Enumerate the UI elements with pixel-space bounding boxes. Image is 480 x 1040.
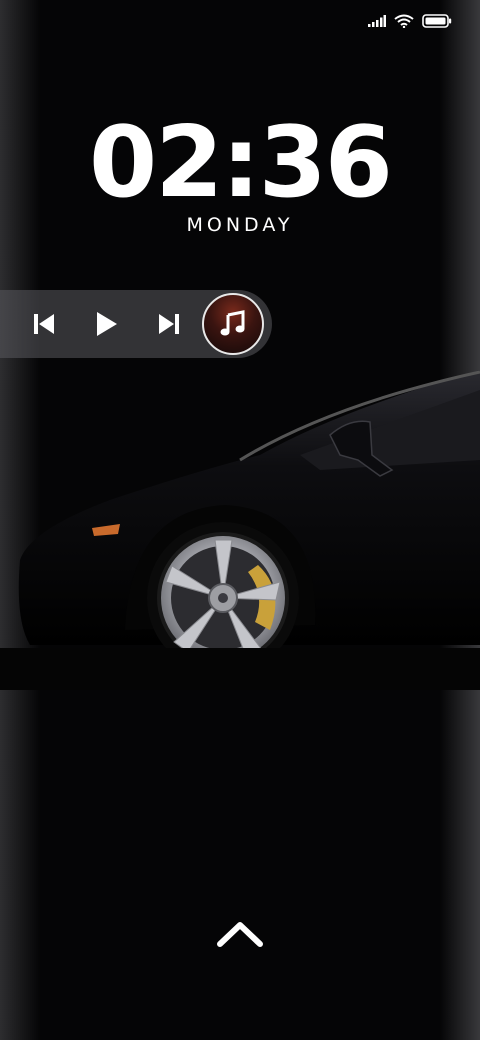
chevron-up-icon	[217, 922, 263, 947]
skip-next-icon	[159, 314, 179, 334]
lockscreen-day: MONDAY	[186, 214, 294, 236]
swipe-up-unlock[interactable]	[212, 912, 268, 956]
battery-icon	[422, 14, 452, 28]
status-bar	[368, 14, 452, 28]
skip-previous-icon	[34, 314, 54, 334]
play-button[interactable]	[90, 308, 122, 340]
signal-icon	[368, 15, 386, 27]
play-icon	[97, 312, 117, 336]
music-note-icon	[220, 310, 245, 336]
lockscreen-clock: 02:36	[89, 106, 393, 220]
next-track-button[interactable]	[153, 308, 185, 340]
previous-track-button[interactable]	[28, 308, 60, 340]
wifi-icon	[394, 14, 414, 28]
wallpaper-car-image	[0, 370, 480, 690]
album-art[interactable]	[202, 293, 264, 355]
